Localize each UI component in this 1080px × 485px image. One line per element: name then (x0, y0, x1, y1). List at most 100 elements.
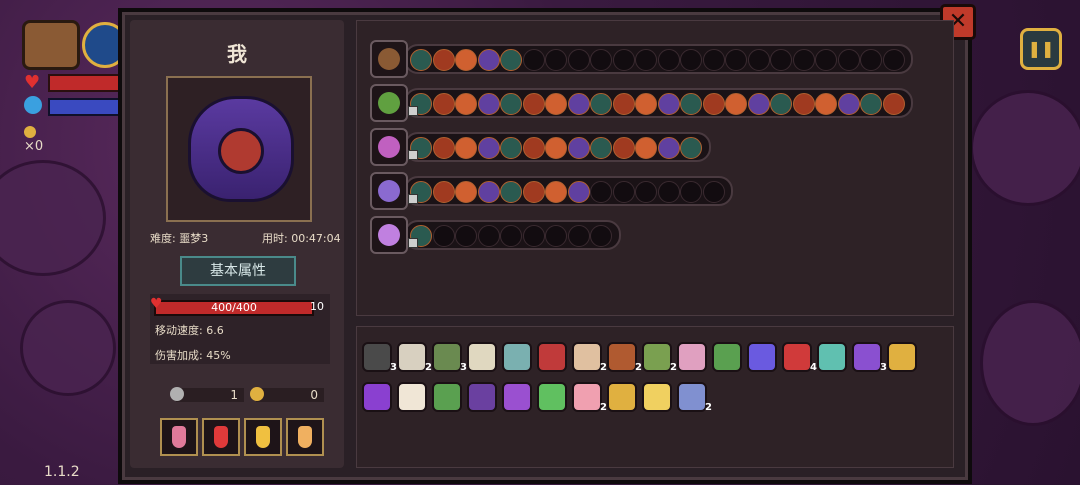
empty-spell-slot[interactable] (747, 49, 770, 71)
spell-icon[interactable] (680, 93, 702, 115)
spell-icon[interactable] (590, 137, 612, 159)
spell-icon[interactable] (590, 93, 612, 115)
pink-staff-icon[interactable] (370, 128, 408, 166)
spell-icon[interactable] (455, 93, 477, 115)
spell-icon[interactable] (477, 137, 500, 159)
teeth-relic-icon[interactable] (467, 342, 497, 372)
spell-icon[interactable] (500, 181, 522, 203)
spell-icon[interactable] (545, 181, 567, 203)
eye-relic-icon[interactable] (537, 342, 567, 372)
pause-button[interactable]: ❚❚ (1020, 28, 1062, 70)
empty-spell-slot[interactable] (545, 225, 567, 247)
spell-icon[interactable] (702, 93, 725, 115)
hat-relic-icon[interactable] (362, 342, 392, 372)
empty-spell-slot[interactable] (522, 225, 545, 247)
empty-spell-slot[interactable] (635, 49, 657, 71)
spell-icon[interactable] (522, 137, 545, 159)
spell-icon[interactable] (635, 137, 657, 159)
crystal-relic-icon[interactable] (677, 382, 707, 412)
empty-spell-slot[interactable] (500, 225, 522, 247)
empty-spell-slot[interactable] (432, 225, 455, 247)
empty-spell-slot[interactable] (680, 181, 702, 203)
spell-icon[interactable] (567, 93, 590, 115)
spell-icon[interactable] (657, 137, 680, 159)
green-staff-icon[interactable] (370, 84, 408, 122)
empty-spell-slot[interactable] (567, 225, 590, 247)
potion-slot[interactable] (286, 418, 324, 456)
spell-icon[interactable] (612, 93, 635, 115)
potion-slot[interactable] (202, 418, 240, 456)
cape-relic-icon[interactable] (362, 382, 392, 412)
empty-spell-slot[interactable] (590, 225, 612, 247)
potion-slot[interactable] (244, 418, 282, 456)
spell-icon[interactable] (477, 49, 500, 71)
spell-icon[interactable] (567, 181, 590, 203)
brain-relic-icon[interactable] (677, 342, 707, 372)
empty-spell-slot[interactable] (612, 181, 635, 203)
spell-icon[interactable] (792, 93, 815, 115)
empty-spell-slot[interactable] (882, 49, 905, 71)
spell-icon[interactable] (770, 93, 792, 115)
basic-attributes-tab[interactable]: 基本属性 (180, 256, 296, 286)
spell-icon[interactable] (545, 93, 567, 115)
spell-icon[interactable] (882, 93, 905, 115)
spell-icon[interactable] (725, 93, 747, 115)
gauntlet-relic-icon[interactable] (887, 342, 917, 372)
crate-relic-icon[interactable] (607, 342, 637, 372)
purple-staff-icon[interactable] (370, 172, 408, 210)
bell-relic-icon[interactable] (607, 382, 637, 412)
leaf-relic-icon[interactable] (432, 382, 462, 412)
spell-icon[interactable] (522, 93, 545, 115)
spell-icon[interactable] (432, 137, 455, 159)
empty-spell-slot[interactable] (635, 181, 657, 203)
spell-icon[interactable] (432, 93, 455, 115)
feather-relic-icon[interactable] (572, 382, 602, 412)
ribcage-relic-icon[interactable] (397, 342, 427, 372)
spell-icon[interactable] (545, 137, 567, 159)
crystal-staff-icon[interactable] (370, 216, 408, 254)
empty-spell-slot[interactable] (702, 49, 725, 71)
spell-icon[interactable] (860, 93, 882, 115)
empty-spell-slot[interactable] (792, 49, 815, 71)
gem-relic-icon[interactable] (817, 342, 847, 372)
chest-icon[interactable] (370, 40, 408, 78)
empty-spell-slot[interactable] (837, 49, 860, 71)
empty-spell-slot[interactable] (702, 181, 725, 203)
spell-icon[interactable] (815, 93, 837, 115)
spell-icon[interactable] (410, 49, 432, 71)
empty-spell-slot[interactable] (590, 181, 612, 203)
spell-icon[interactable] (455, 49, 477, 71)
empty-spell-slot[interactable] (545, 49, 567, 71)
worm-relic-icon[interactable] (642, 342, 672, 372)
spell-icon[interactable] (747, 93, 770, 115)
spell-icon[interactable] (500, 49, 522, 71)
demon-relic-icon[interactable] (782, 342, 812, 372)
spell-icon[interactable] (612, 137, 635, 159)
empty-spell-slot[interactable] (770, 49, 792, 71)
spell-icon[interactable] (432, 181, 455, 203)
empty-spell-slot[interactable] (815, 49, 837, 71)
spell-icon[interactable] (455, 181, 477, 203)
empty-spell-slot[interactable] (657, 49, 680, 71)
candy-relic-icon[interactable] (642, 382, 672, 412)
empty-spell-slot[interactable] (567, 49, 590, 71)
slime-relic-icon[interactable] (712, 342, 742, 372)
book-relic-icon[interactable] (467, 382, 497, 412)
spell-icon[interactable] (567, 137, 590, 159)
empty-spell-slot[interactable] (680, 49, 702, 71)
wings-relic-icon[interactable] (397, 382, 427, 412)
empty-spell-slot[interactable] (590, 49, 612, 71)
spell-icon[interactable] (837, 93, 860, 115)
empty-spell-slot[interactable] (612, 49, 635, 71)
boot-relic-icon[interactable] (502, 382, 532, 412)
spell-icon[interactable] (680, 137, 702, 159)
witch-hat-relic-icon[interactable] (852, 342, 882, 372)
empty-spell-slot[interactable] (455, 225, 477, 247)
spell-icon[interactable] (500, 137, 522, 159)
syringe-relic-icon[interactable] (537, 382, 567, 412)
spell-icon[interactable] (477, 93, 500, 115)
potion-slot[interactable] (160, 418, 198, 456)
compass-relic-icon[interactable] (502, 342, 532, 372)
empty-spell-slot[interactable] (522, 49, 545, 71)
sword-relic-icon[interactable] (432, 342, 462, 372)
